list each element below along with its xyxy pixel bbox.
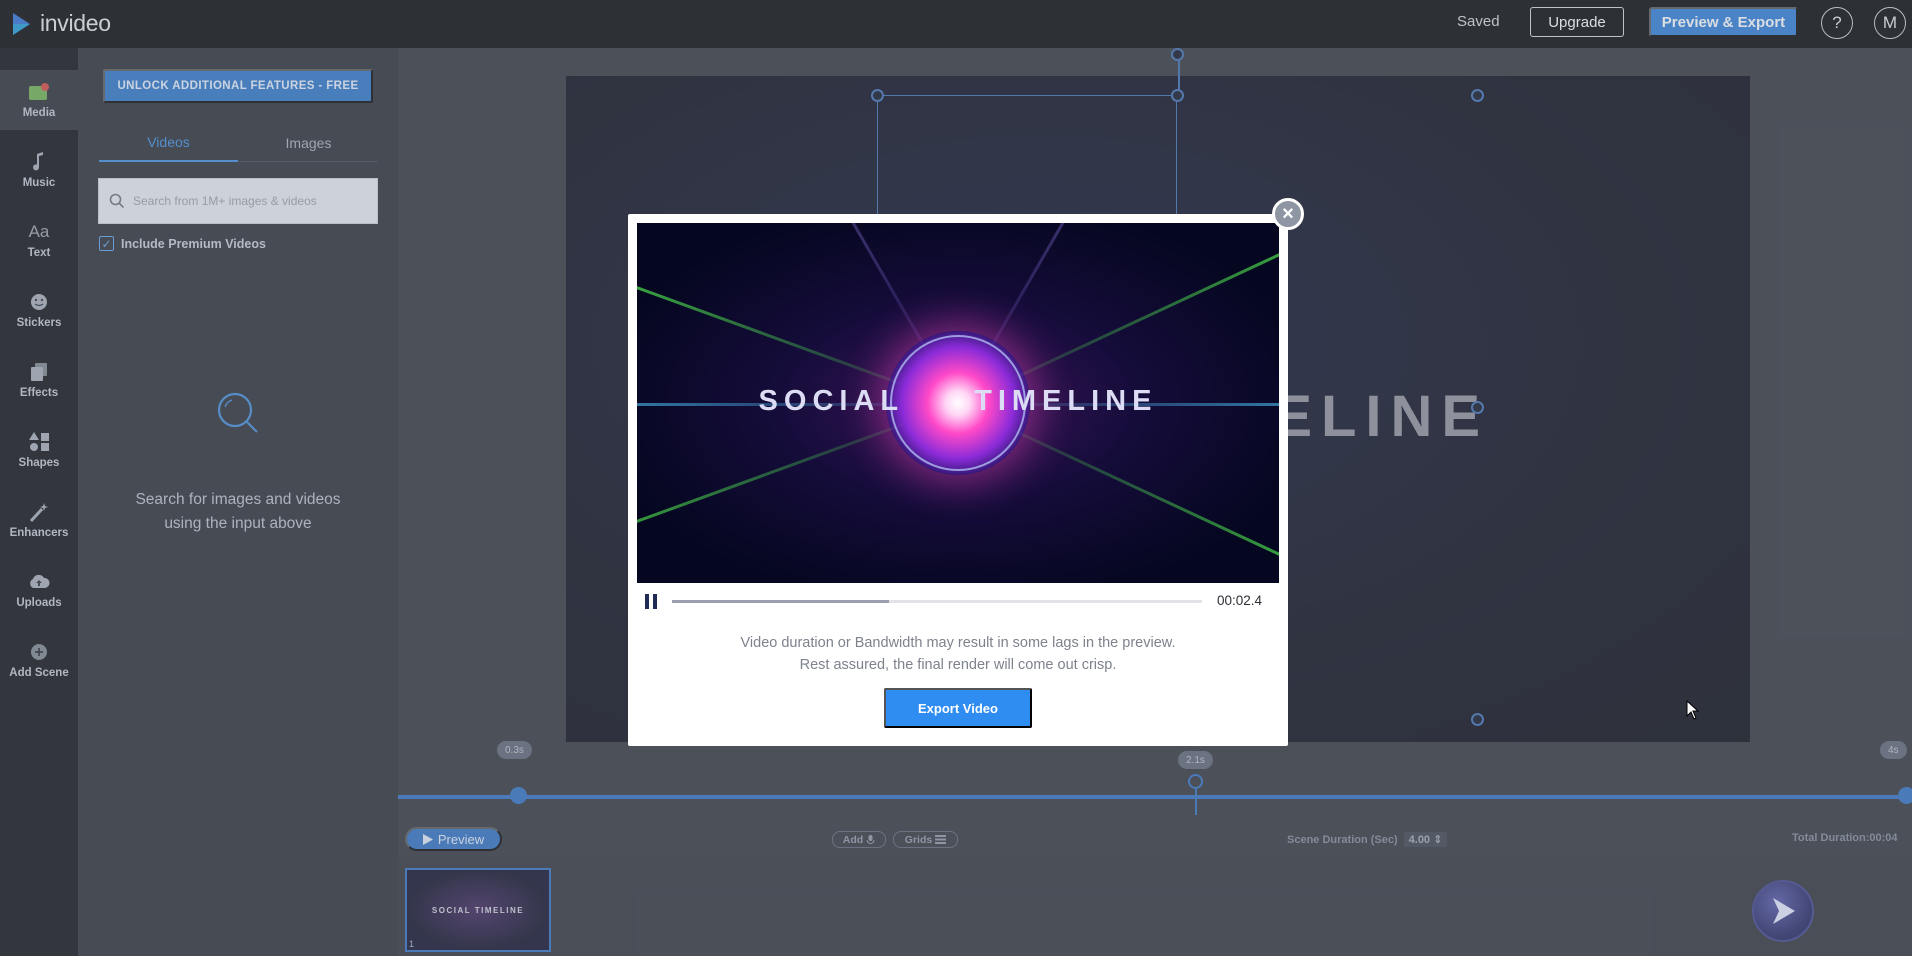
modal-close-button[interactable]: × [1272,198,1304,230]
video-title-right: TIMELINE [974,385,1158,417]
export-video-button[interactable]: Export Video [884,688,1032,728]
lag-notice-line-1: Video duration or Bandwidth may result i… [740,635,1176,651]
pause-icon[interactable] [645,594,659,609]
video-title: SOCIAL TIMELINE [637,385,1279,418]
video-time: 00:02.4 [1217,593,1263,608]
mouse-cursor-icon [1686,700,1700,720]
video-controls: 00:02.4 [637,585,1279,617]
lag-notice-line-2: Rest assured, the final render will come… [799,657,1117,673]
preview-modal: SOCIAL TIMELINE 00:02.4 Video duration or… [628,214,1288,746]
video-progress-fill [672,600,890,603]
video-progress-bar[interactable] [672,600,1202,603]
lag-notice: Video duration or Bandwidth may result i… [628,632,1288,676]
video-title-left: SOCIAL [758,385,905,417]
preview-video[interactable]: SOCIAL TIMELINE [637,223,1279,583]
